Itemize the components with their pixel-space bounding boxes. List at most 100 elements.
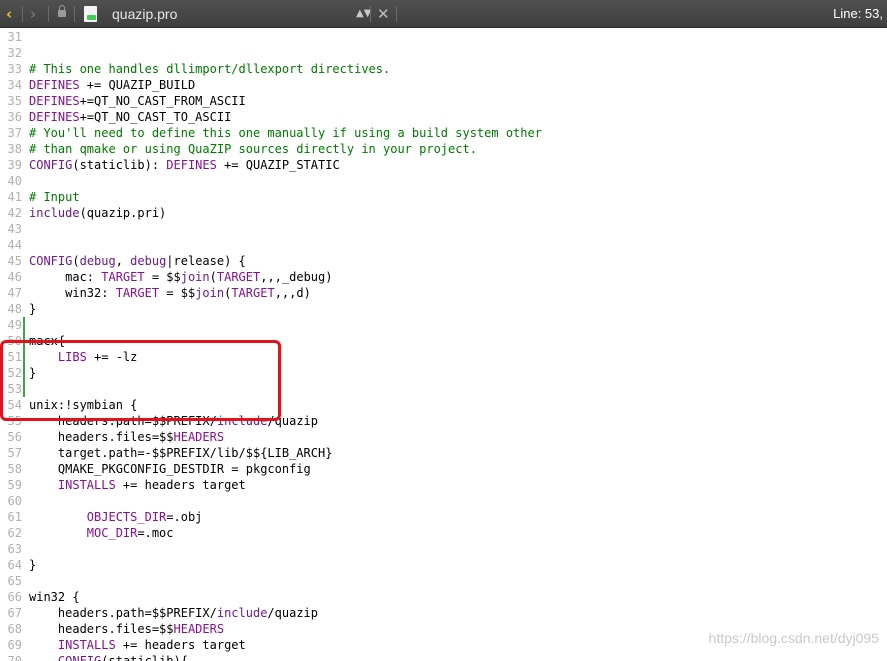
code-line[interactable]: 64}: [0, 557, 37, 573]
code-line[interactable]: 46 mac: TARGET = $$join(TARGET,,,_debug): [0, 269, 333, 285]
code-line[interactable]: 48}: [0, 301, 37, 317]
line-text: headers.files=$$HEADERS: [29, 622, 225, 636]
code-line[interactable]: 68 headers.files=$$HEADERS: [0, 621, 225, 637]
line-number: 68: [7, 622, 22, 636]
line-number: 48: [7, 302, 22, 316]
code-line[interactable]: 31: [0, 29, 22, 45]
line-number: 65: [7, 574, 22, 588]
code-line[interactable]: 42 include(quazip.pri): [0, 205, 167, 221]
line-number: 66: [7, 590, 22, 604]
line-number: 70: [7, 654, 22, 661]
code-line[interactable]: 67 headers.path=$$PREFIX/include/quazip: [0, 605, 318, 621]
forward-arrow-icon[interactable]: ›: [30, 0, 36, 28]
line-text: }: [29, 302, 37, 316]
line-column-indicator[interactable]: Line: 53,: [833, 0, 883, 28]
code-line[interactable]: 62 MOC_DIR=.moc: [0, 525, 174, 541]
code-line[interactable]: 40: [0, 173, 22, 189]
code-line[interactable]: 41 # Input: [0, 189, 80, 205]
line-text: target.path=-$$PREFIX/lib/$${LIB_ARCH}: [29, 446, 333, 460]
line-text: win32 {: [29, 590, 80, 604]
code-line[interactable]: 56 headers.files=$$HEADERS: [0, 429, 225, 445]
toolbar-divider: [396, 6, 397, 22]
line-number: 62: [7, 526, 22, 540]
code-line[interactable]: 43: [0, 221, 22, 237]
line-number: 56: [7, 430, 22, 444]
line-text: INSTALLS += headers target: [57, 638, 246, 652]
line-text: win32: TARGET = $$join(TARGET,,,d): [29, 286, 311, 300]
code-line[interactable]: 45 CONFIG(debug, debug|release) {: [0, 253, 246, 269]
toolbar-divider: [22, 6, 23, 22]
line-number: 33: [7, 62, 22, 76]
code-line[interactable]: 39 CONFIG(staticlib): DEFINES += QUAZIP_S…: [0, 157, 340, 173]
code-line[interactable]: 61 OBJECTS_DIR=.obj: [0, 509, 203, 525]
code-line[interactable]: 37 # You'll need to define this one manua…: [0, 125, 542, 141]
line-number: 38: [7, 142, 22, 156]
code-line[interactable]: 70 CONFIG(staticlib){: [0, 653, 188, 661]
line-text: INSTALLS += headers target: [57, 478, 246, 492]
line-text: include(quazip.pri): [29, 206, 167, 220]
toolbar-divider: [74, 6, 75, 22]
code-line[interactable]: 47 win32: TARGET = $$join(TARGET,,,d): [0, 285, 311, 301]
line-text: CONFIG(debug, debug|release) {: [29, 254, 246, 268]
code-line[interactable]: 69 INSTALLS += headers target: [0, 637, 246, 653]
watermark: https://blog.csdn.net/dyj095: [708, 630, 879, 646]
file-name[interactable]: quazip.pro: [112, 0, 177, 28]
line-number: 35: [7, 94, 22, 108]
line-text: headers.files=$$HEADERS: [29, 430, 225, 444]
line-number: 63: [7, 542, 22, 556]
line-number: 43: [7, 222, 22, 236]
code-line[interactable]: 60: [0, 493, 22, 509]
line-number: 31: [7, 30, 22, 44]
line-text: DEFINES+=QT_NO_CAST_TO_ASCII: [29, 110, 232, 124]
editor-toolbar: ‹ › quazip.pro ▲▼ ✕ Line: 53,: [0, 0, 887, 28]
line-number: 36: [7, 110, 22, 124]
code-line[interactable]: 63: [0, 541, 22, 557]
line-number: 44: [7, 238, 22, 252]
code-line[interactable]: 44: [0, 237, 22, 253]
lock-icon[interactable]: [58, 5, 66, 17]
line-number: 57: [7, 446, 22, 460]
line-text: QMAKE_PKGCONFIG_DESTDIR = pkgconfig: [29, 462, 311, 476]
line-number: 67: [7, 606, 22, 620]
close-icon[interactable]: ✕: [377, 0, 390, 28]
line-number: 60: [7, 494, 22, 508]
code-editor[interactable]: 31 32 33 # This one handles dllimport/dllex…: [0, 28, 887, 661]
line-number: 47: [7, 286, 22, 300]
code-line[interactable]: 65: [0, 573, 22, 589]
change-marker: [23, 317, 25, 333]
line-text: DEFINES+=QT_NO_CAST_FROM_ASCII: [29, 94, 246, 108]
code-line[interactable]: 58 QMAKE_PKGCONFIG_DESTDIR = pkgconfig: [0, 461, 311, 477]
line-number: 58: [7, 462, 22, 476]
red-highlight-box: [0, 340, 281, 421]
code-line[interactable]: 59 INSTALLS += headers target: [0, 477, 246, 493]
code-line[interactable]: 32: [0, 45, 22, 61]
code-line[interactable]: 66 win32 {: [0, 589, 80, 605]
line-number: 46: [7, 270, 22, 284]
code-line[interactable]: 34 DEFINES += QUAZIP_BUILD: [0, 77, 196, 93]
code-line[interactable]: 35 DEFINES+=QT_NO_CAST_FROM_ASCII: [0, 93, 246, 109]
code-line[interactable]: 38 # than qmake or using QuaZIP sources d…: [0, 141, 477, 157]
line-text: MOC_DIR=.moc: [86, 526, 174, 540]
code-line[interactable]: 49: [0, 317, 25, 333]
line-number: 59: [7, 478, 22, 492]
qt-file-icon: [84, 6, 97, 22]
line-text: # Input: [29, 190, 80, 204]
line-text: mac: TARGET = $$join(TARGET,,,_debug): [29, 270, 333, 284]
line-number: 39: [7, 158, 22, 172]
code-line[interactable]: 36 DEFINES+=QT_NO_CAST_TO_ASCII: [0, 109, 232, 125]
line-text: CONFIG(staticlib){: [57, 654, 188, 661]
line-text: DEFINES += QUAZIP_BUILD: [29, 78, 196, 92]
back-arrow-icon[interactable]: ‹: [6, 0, 12, 28]
line-number: 42: [7, 206, 22, 220]
line-number: 34: [7, 78, 22, 92]
line-number: 69: [7, 638, 22, 652]
line-number: 40: [7, 174, 22, 188]
line-text: }: [29, 558, 37, 572]
line-text: # This one handles dllimport/dllexport d…: [29, 62, 391, 76]
line-text: CONFIG(staticlib): DEFINES += QUAZIP_STA…: [29, 158, 340, 172]
code-line[interactable]: 57 target.path=-$$PREFIX/lib/$${LIB_ARCH…: [0, 445, 333, 461]
toolbar-divider: [48, 6, 49, 22]
line-number: 49: [7, 318, 22, 332]
line-text: # than qmake or using QuaZIP sources dir…: [29, 142, 477, 156]
code-line[interactable]: 33 # This one handles dllimport/dllexport…: [0, 61, 391, 77]
